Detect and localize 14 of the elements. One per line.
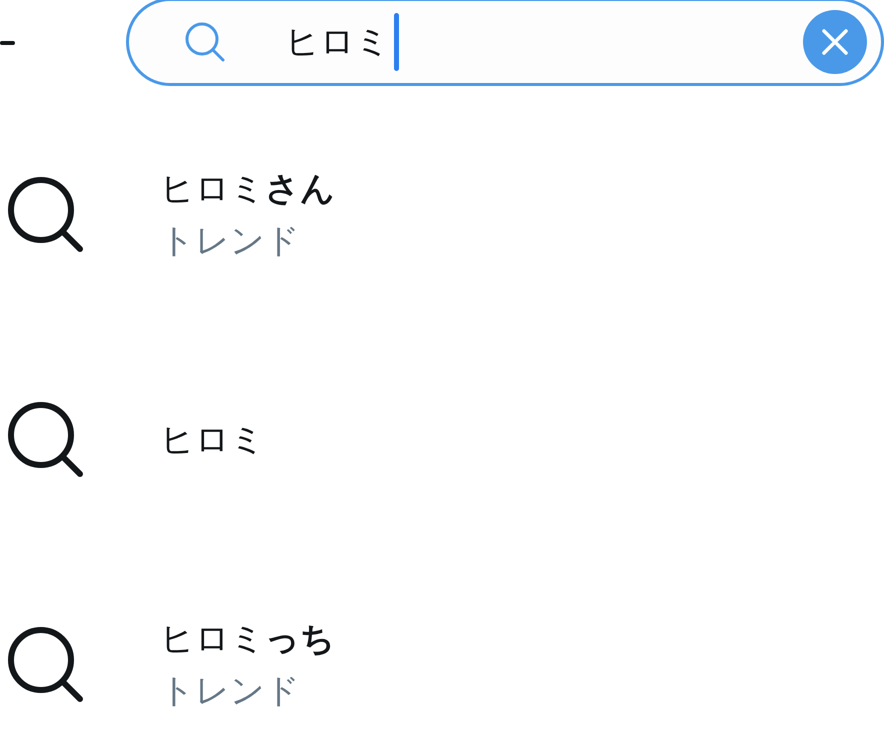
- search-icon: [7, 176, 85, 254]
- clear-button[interactable]: [803, 10, 867, 74]
- search-query: ヒロミ: [284, 21, 390, 64]
- search-icon: [7, 626, 85, 704]
- suggestion-subtitle: トレンド: [160, 220, 301, 262]
- search-field[interactable]: ヒロミ: [126, 0, 884, 86]
- close-icon: [820, 27, 850, 57]
- search-icon: [7, 400, 85, 478]
- suggestion-text[interactable]: ヒロミっち: [160, 616, 335, 662]
- suggestion-subtitle: トレンド: [160, 670, 301, 712]
- search-icon: [182, 20, 227, 64]
- suggestion-text[interactable]: ヒロミさん: [160, 166, 335, 212]
- suggestion-text[interactable]: ヒロミ: [160, 416, 265, 462]
- text-cursor: [394, 13, 399, 71]
